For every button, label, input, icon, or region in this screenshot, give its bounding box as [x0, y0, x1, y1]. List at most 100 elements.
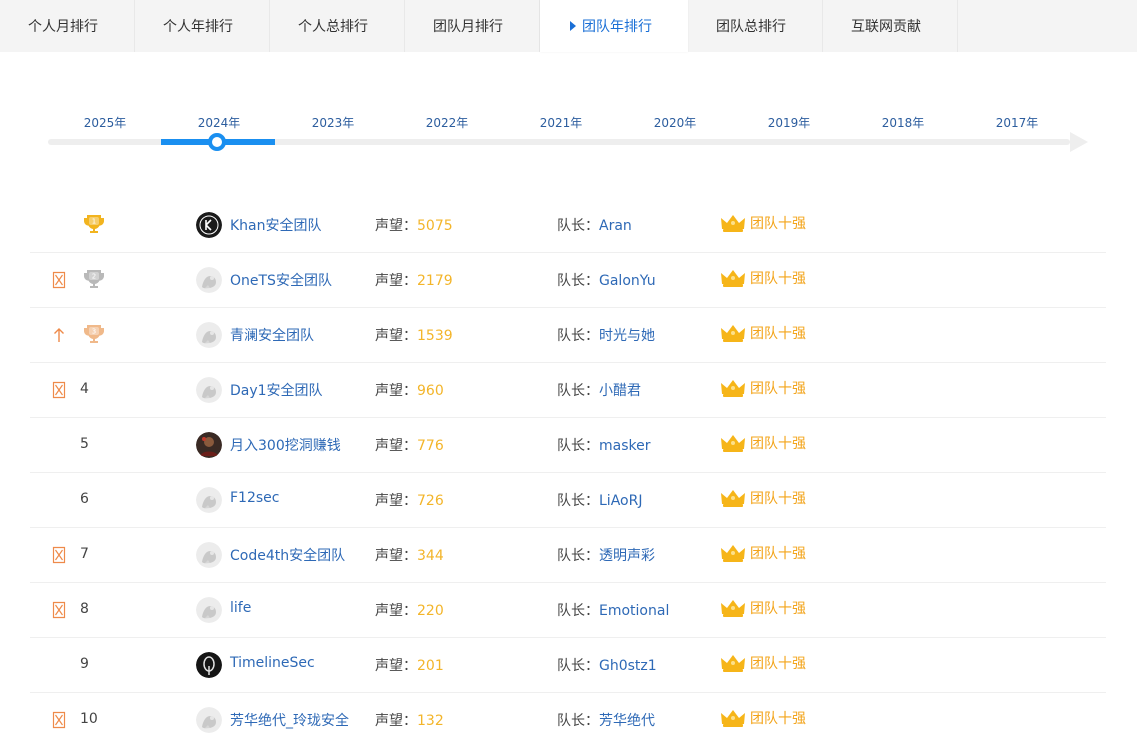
- avatar[interactable]: [196, 322, 222, 348]
- tab-label: 团队总排行: [716, 19, 786, 35]
- tab-0[interactable]: 个人月排行: [0, 0, 135, 52]
- timeline-year[interactable]: 2019年: [732, 114, 846, 131]
- reputation-value: 776: [417, 438, 444, 454]
- top-ten-badge: 团队十强: [720, 378, 806, 398]
- avatar[interactable]: [196, 377, 222, 403]
- timeline-year[interactable]: 2023年: [276, 114, 390, 131]
- reputation-label: 声望：: [375, 438, 417, 454]
- team-name-link[interactable]: life: [230, 600, 251, 616]
- tab-label: 互联网贡献: [851, 19, 921, 35]
- tab-1[interactable]: 个人年排行: [135, 0, 270, 52]
- leader: 队长：芳华绝代: [557, 710, 655, 730]
- team-name-link[interactable]: Day1安全团队: [230, 380, 323, 400]
- leader-label: 队长：: [557, 328, 599, 344]
- top-ten-badge: 团队十强: [720, 653, 806, 673]
- reputation-value: 5075: [417, 218, 453, 234]
- tab-5[interactable]: 团队总排行: [688, 0, 823, 52]
- leader-label: 队长：: [557, 548, 599, 564]
- leader-label: 队长：: [557, 493, 599, 509]
- svg-text:2: 2: [92, 273, 96, 281]
- leader-name-link[interactable]: 透明声彩: [599, 548, 655, 564]
- leader-name-link[interactable]: Aran: [599, 218, 632, 234]
- reputation-value: 344: [417, 548, 444, 564]
- timeline-year[interactable]: 2024年: [162, 114, 276, 131]
- leader-label: 队长：: [557, 218, 599, 234]
- year-timeline: 2025年 2024年 2023年 2022年 2021年 2020年 2019年 2018年…: [48, 110, 1093, 160]
- crown-icon: [720, 708, 750, 728]
- reputation-value: 201: [417, 658, 444, 674]
- reputation-label: 声望：: [375, 548, 417, 564]
- leader-name-link[interactable]: 时光与她: [599, 328, 655, 344]
- leader-label: 队长：: [557, 658, 599, 674]
- table-row: 7 Code4th安全团队 声望：344 队长：透明声彩 团队十强: [30, 528, 1106, 583]
- team-name-link[interactable]: TimelineSec: [230, 655, 315, 671]
- crown-icon: [720, 213, 750, 233]
- timeline-year[interactable]: 2021年: [504, 114, 618, 131]
- table-row: 8 life 声望：220 队长：Emotional 团队十强: [30, 583, 1106, 638]
- timeline-year[interactable]: 2020年: [618, 114, 732, 131]
- table-row: 5 月入300挖洞赚钱 声望：776 队长：masker 团队十强: [30, 418, 1106, 473]
- crown-icon: [720, 433, 750, 453]
- reputation: 声望：1539: [375, 325, 453, 345]
- leader-name-link[interactable]: Emotional: [599, 603, 669, 619]
- reputation: 声望：344: [375, 545, 444, 565]
- tab-label: 团队月排行: [433, 19, 503, 35]
- timeline-year[interactable]: 2025年: [48, 114, 162, 131]
- leader-name-link[interactable]: masker: [599, 438, 651, 454]
- tab-4[interactable]: 团队年排行: [540, 0, 688, 52]
- reputation-label: 声望：: [375, 383, 417, 399]
- tab-3[interactable]: 团队月排行: [405, 0, 540, 52]
- leader-name-link[interactable]: 芳华绝代: [599, 713, 655, 729]
- arrow-up-icon: [52, 326, 66, 344]
- avatar[interactable]: [196, 432, 222, 458]
- avatar[interactable]: [196, 487, 222, 513]
- team-name-link[interactable]: OneTS安全团队: [230, 270, 332, 290]
- flag-icon: [52, 271, 66, 289]
- leader: 队长：Aran: [557, 215, 632, 235]
- timeline-year[interactable]: 2017年: [960, 114, 1074, 131]
- timeline-selected-dot[interactable]: [208, 133, 226, 151]
- team-name-link[interactable]: F12sec: [230, 490, 279, 506]
- tab-label: 个人总排行: [298, 19, 368, 35]
- leader-name-link[interactable]: GalonYu: [599, 273, 656, 289]
- leader: 队长：LiAoRJ: [557, 490, 642, 510]
- avatar[interactable]: [196, 542, 222, 568]
- timeline-year[interactable]: 2018年: [846, 114, 960, 131]
- avatar[interactable]: [196, 597, 222, 623]
- table-row: 6 F12sec 声望：726 队长：LiAoRJ 团队十强: [30, 473, 1106, 528]
- team-name-link[interactable]: 芳华绝代_玲珑安全: [230, 710, 349, 730]
- leader-name-link[interactable]: 小醋君: [599, 383, 641, 399]
- avatar[interactable]: [196, 652, 222, 678]
- reputation-label: 声望：: [375, 658, 417, 674]
- badge-label: 团队十强: [750, 271, 806, 287]
- leader-label: 队长：: [557, 713, 599, 729]
- silver-trophy-icon: 2: [82, 267, 106, 291]
- reputation: 声望：201: [375, 655, 444, 675]
- caret-right-icon: [570, 21, 576, 31]
- leader: 队长：Gh0stz1: [557, 655, 657, 675]
- avatar[interactable]: [196, 212, 222, 238]
- avatar[interactable]: [196, 267, 222, 293]
- avatar[interactable]: [196, 707, 222, 733]
- team-name-link[interactable]: 月入300挖洞赚钱: [230, 435, 341, 455]
- tab-2[interactable]: 个人总排行: [270, 0, 405, 52]
- leader: 队长：小醋君: [557, 380, 641, 400]
- team-name-link[interactable]: Code4th安全团队: [230, 545, 345, 565]
- top-ten-badge: 团队十强: [720, 213, 806, 233]
- gold-trophy-icon: 1: [82, 212, 106, 236]
- crown-icon: [720, 268, 750, 288]
- crown-icon: [720, 598, 750, 618]
- team-name-link[interactable]: 青澜安全团队: [230, 325, 314, 345]
- reputation: 声望：776: [375, 435, 444, 455]
- top-ten-badge: 团队十强: [720, 488, 806, 508]
- leader: 队长：masker: [557, 435, 651, 455]
- tab-6[interactable]: 互联网贡献: [823, 0, 958, 52]
- rank-number: 6: [80, 491, 89, 507]
- badge-label: 团队十强: [750, 381, 806, 397]
- leader-name-link[interactable]: Gh0stz1: [599, 658, 657, 674]
- reputation: 声望：132: [375, 710, 444, 730]
- team-name-link[interactable]: Khan安全团队: [230, 215, 322, 235]
- leader-name-link[interactable]: LiAoRJ: [599, 493, 642, 509]
- timeline-year[interactable]: 2022年: [390, 114, 504, 131]
- reputation-label: 声望：: [375, 218, 417, 234]
